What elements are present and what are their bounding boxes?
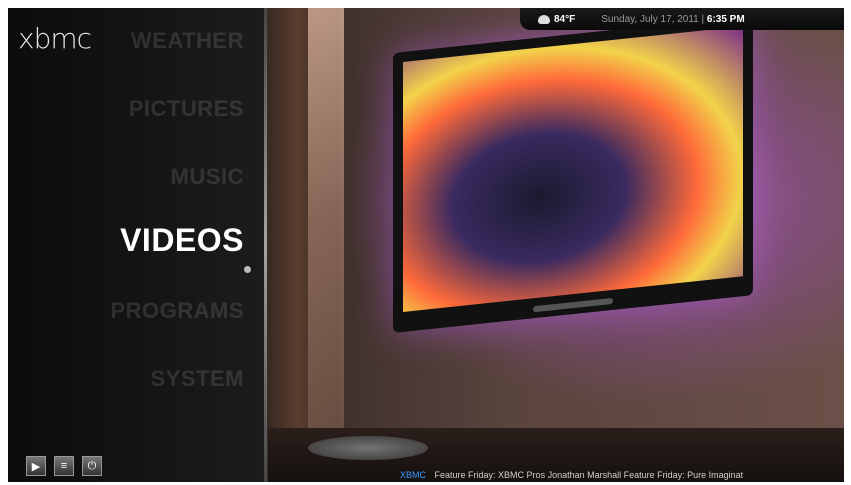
menu-item-music[interactable]: Music bbox=[171, 164, 244, 190]
date-separator: | bbox=[701, 13, 705, 25]
date-time: Sunday, July 17, 2011 | 6:35 PM bbox=[601, 14, 744, 25]
cloud-icon bbox=[538, 14, 550, 24]
menu-item-programs[interactable]: Programs bbox=[110, 298, 244, 324]
rss-ticker: XBMC Feature Friday: XBMC Pros Jonathan … bbox=[400, 470, 844, 482]
temperature-value: 84°F bbox=[554, 13, 576, 25]
time-value: 6:35 PM bbox=[706, 13, 745, 25]
status-bar: 84°F Sunday, July 17, 2011 | 6:35 PM bbox=[520, 8, 844, 30]
tv-screen-image bbox=[403, 26, 743, 312]
menu-divider bbox=[264, 8, 267, 482]
menu-item-videos[interactable]: Videos bbox=[120, 222, 244, 259]
coffee-table-object bbox=[308, 436, 428, 460]
bottom-control-bar: ▶ ≡ ⏻ bbox=[26, 456, 102, 476]
date-value: Sunday, July 17, 2011 bbox=[601, 13, 699, 25]
xbmc-logo: xbmc bbox=[18, 22, 92, 55]
favourites-icon[interactable]: ≡ bbox=[54, 456, 74, 476]
menu-item-system[interactable]: System bbox=[151, 366, 244, 392]
selection-indicator-dot bbox=[244, 266, 251, 273]
window-light bbox=[308, 8, 344, 428]
weather-indicator: 84°F bbox=[520, 14, 575, 25]
xbmc-home-screen: xbmc Weather Pictures Music Videos Progr… bbox=[8, 8, 844, 482]
ticker-source: XBMC bbox=[400, 470, 427, 480]
power-icon[interactable]: ⏻ bbox=[82, 456, 102, 476]
tv-set bbox=[393, 15, 753, 333]
menu-item-pictures[interactable]: Pictures bbox=[129, 96, 244, 122]
main-menu-panel: xbmc Weather Pictures Music Videos Progr… bbox=[8, 8, 266, 482]
ticker-text: Feature Friday: XBMC Pros Jonathan Marsh… bbox=[434, 470, 744, 480]
tv-stand bbox=[533, 297, 613, 313]
play-icon[interactable]: ▶ bbox=[26, 456, 46, 476]
menu-item-weather[interactable]: Weather bbox=[131, 28, 244, 54]
